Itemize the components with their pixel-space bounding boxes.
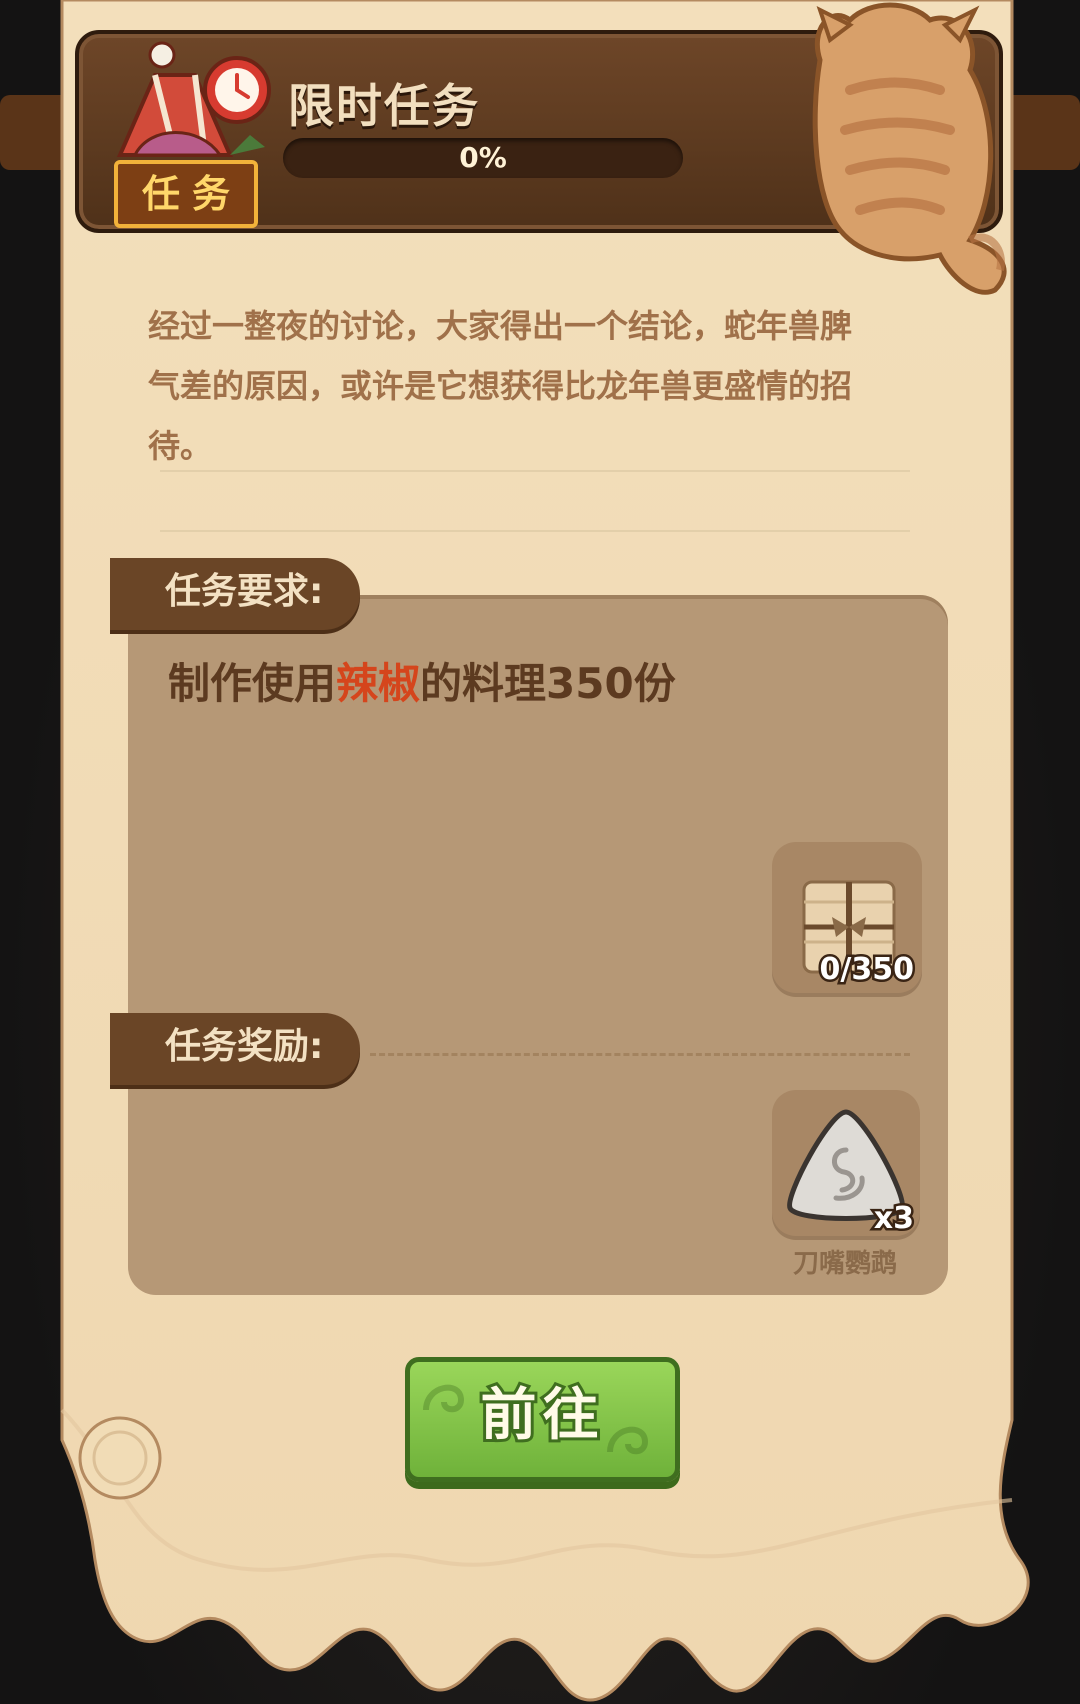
task-description: 经过一整夜的讨论，大家得出一个结论，蛇年兽脾 气差的原因，或许是它想获得比龙年兽… xyxy=(148,296,918,476)
requirement-item-slot[interactable]: 0/350 xyxy=(772,842,922,997)
reward-item-name: 刀嘴鹦鹉 xyxy=(792,1249,897,1279)
go-button-label: 前往 xyxy=(478,1380,605,1451)
requirement-label: 任务要求: xyxy=(165,571,324,612)
divider xyxy=(370,1053,910,1056)
requirement-tag: 任务要求: xyxy=(110,558,360,630)
reward-item-slot[interactable]: x3 xyxy=(772,1090,920,1240)
badge-label: 任务 xyxy=(114,160,258,228)
ruled-line xyxy=(160,530,910,532)
reward-quantity: x3 xyxy=(871,1199,916,1239)
description-line-1: 经过一整夜的讨论，大家得出一个结论，蛇年兽脾 xyxy=(148,307,853,345)
cat-mascot xyxy=(790,0,1020,300)
requirement-highlight: 辣椒 xyxy=(336,659,421,708)
tent-clock-icon xyxy=(116,41,271,157)
requirement-item-progress: 0/350 xyxy=(817,950,916,990)
progress-bar: 0% xyxy=(283,138,683,178)
requirement-text-prefix: 制作使用 xyxy=(168,659,337,708)
reward-tag: 任务奖励: xyxy=(110,1013,360,1085)
requirement-text: 制作使用辣椒的料理350份 xyxy=(168,650,676,711)
progress-text: 0% xyxy=(459,141,507,174)
task-badge: 任务 xyxy=(100,35,280,228)
requirement-text-suffix: 的料理350份 xyxy=(420,659,676,708)
ruled-line xyxy=(160,470,910,472)
description-line-2: 气差的原因，或许是它想获得比龙年兽更盛情的招 xyxy=(148,367,853,405)
page-title: 限时任务 xyxy=(288,79,480,133)
description-line-3: 待。 xyxy=(148,427,213,465)
reward-label: 任务奖励: xyxy=(165,1026,324,1067)
go-button[interactable]: 前往 xyxy=(405,1357,680,1482)
